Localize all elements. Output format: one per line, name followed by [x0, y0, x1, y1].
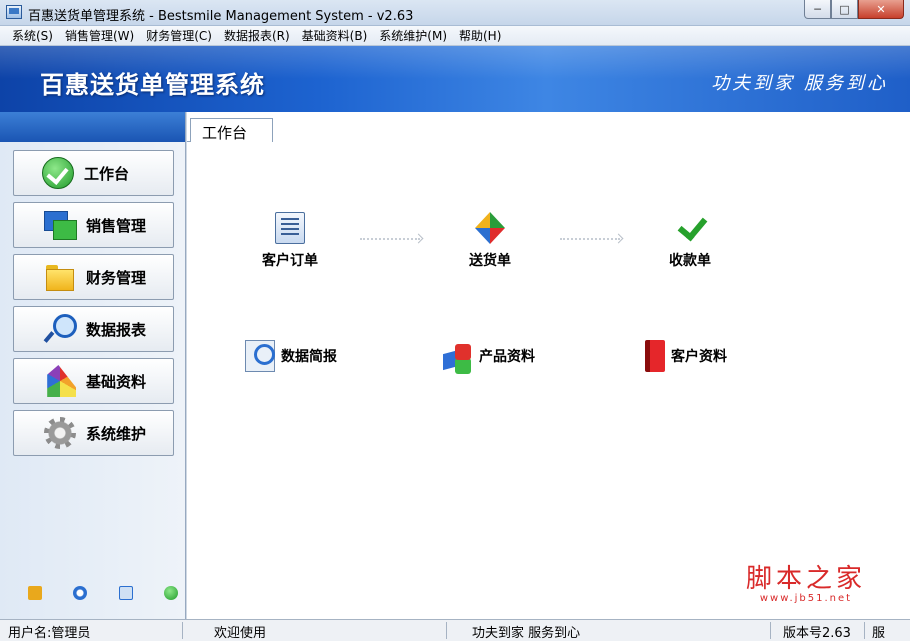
sidebar-item-label: 销售管理: [86, 216, 147, 235]
workflow-label: 收款单: [669, 253, 711, 269]
maximize-button[interactable]: □: [831, 0, 858, 19]
menu-sales[interactable]: 销售管理(W): [59, 27, 140, 44]
quick-link-label: 客户资料: [671, 349, 727, 365]
search-icon[interactable]: [118, 586, 133, 600]
checkmark-icon: [675, 212, 705, 244]
quick-link-label: 数据简报: [281, 349, 337, 365]
quick-link-products[interactable]: 产品资料: [443, 340, 535, 372]
report-magnifier-icon: [245, 340, 275, 372]
banner-slogan: 功夫到家 服务到心: [711, 73, 888, 94]
status-slogan: 功夫到家 服务到心: [472, 626, 581, 641]
workflow-delivery-note[interactable]: 送货单: [450, 212, 530, 270]
window-controls: ─ □ ✕: [804, 0, 904, 19]
status-user: 用户名:管理员: [8, 626, 91, 641]
menu-maintenance[interactable]: 系统维护(M): [373, 27, 453, 44]
menu-reports[interactable]: 数据报表(R): [218, 27, 296, 44]
magnifier-icon: [44, 313, 77, 345]
palette-icon: [47, 365, 76, 397]
status-welcome: 欢迎使用: [214, 626, 267, 641]
back-icon[interactable]: [163, 586, 178, 600]
window-title: 百惠送货单管理系统 - Bestsmile Management System …: [28, 9, 414, 24]
flow-arrow: [360, 238, 420, 240]
menu-help[interactable]: 帮助(H): [453, 27, 507, 44]
quick-link-label: 产品资料: [479, 349, 535, 365]
sidebar-item-maintenance[interactable]: 系统维护: [13, 410, 174, 456]
workflow-label: 送货单: [469, 253, 511, 269]
check-icon: [42, 157, 74, 189]
status-bar: 用户名:管理员 欢迎使用 功夫到家 服务到心 版本号2.63 服: [0, 619, 910, 641]
status-version: 版本号2.63: [783, 626, 851, 641]
sidebar-item-workbench[interactable]: 工作台: [13, 150, 174, 196]
windows-icon: [44, 209, 77, 241]
app-window-icon: [6, 5, 22, 19]
menu-basic-data[interactable]: 基础资料(B): [296, 27, 374, 44]
quick-link-data-brief[interactable]: 数据简报: [245, 340, 337, 372]
title-bar[interactable]: 百惠送货单管理系统 - Bestsmile Management System …: [0, 0, 910, 26]
app-title: 百惠送货单管理系统: [40, 71, 265, 99]
sidebar-item-reports[interactable]: 数据报表: [13, 306, 174, 352]
cubes-icon: [443, 340, 473, 372]
app-banner: 百惠送货单管理系统 功夫到家 服务到心: [0, 46, 910, 112]
watermark: 脚本之家 www.jb51.net: [746, 558, 866, 604]
folder-icon: [44, 261, 76, 293]
quick-link-customers[interactable]: 客户资料: [645, 340, 727, 372]
clock-icon[interactable]: [73, 586, 88, 600]
sidebar-toolbar: [28, 586, 178, 600]
order-document-icon: [275, 212, 305, 244]
watermark-url: www.jb51.net: [759, 593, 853, 604]
menu-system[interactable]: 系统(S): [6, 27, 59, 44]
workflow-receipt[interactable]: 收款单: [650, 212, 730, 270]
sidebar-item-label: 财务管理: [86, 268, 147, 287]
status-extra: 服: [872, 626, 886, 641]
minimize-button[interactable]: ─: [804, 0, 831, 19]
red-book-icon: [645, 340, 665, 372]
recycle-arrows-icon: [475, 212, 505, 244]
flow-arrow: [560, 238, 620, 240]
gear-icon: [44, 417, 76, 449]
sidebar-item-label: 数据报表: [86, 320, 147, 339]
close-button[interactable]: ✕: [858, 0, 904, 19]
sidebar-item-sales[interactable]: 销售管理: [13, 202, 174, 248]
sidebar-item-label: 工作台: [84, 164, 130, 183]
workbench-panel: 工作台 客户订单 送货单 收款单 数据简报 产品资料 客户资料 脚本之家 www…: [187, 112, 910, 619]
sidebar-item-finance[interactable]: 财务管理: [13, 254, 174, 300]
workflow-customer-order[interactable]: 客户订单: [250, 212, 330, 270]
sidebar: 工作台 销售管理 财务管理 数据报表 基础资料 系统维护: [0, 112, 186, 619]
workflow-label: 客户订单: [262, 253, 318, 269]
tab-workbench[interactable]: 工作台: [190, 118, 273, 142]
key-icon[interactable]: [28, 586, 42, 600]
sidebar-item-label: 基础资料: [86, 372, 147, 391]
sidebar-item-label: 系统维护: [86, 424, 147, 443]
sidebar-header: [0, 112, 185, 142]
menu-finance[interactable]: 财务管理(C): [140, 27, 218, 44]
watermark-text: 脚本之家: [745, 564, 866, 594]
sidebar-item-basic-data[interactable]: 基础资料: [13, 358, 174, 404]
menu-bar: 系统(S) 销售管理(W) 财务管理(C) 数据报表(R) 基础资料(B) 系统…: [0, 26, 910, 46]
